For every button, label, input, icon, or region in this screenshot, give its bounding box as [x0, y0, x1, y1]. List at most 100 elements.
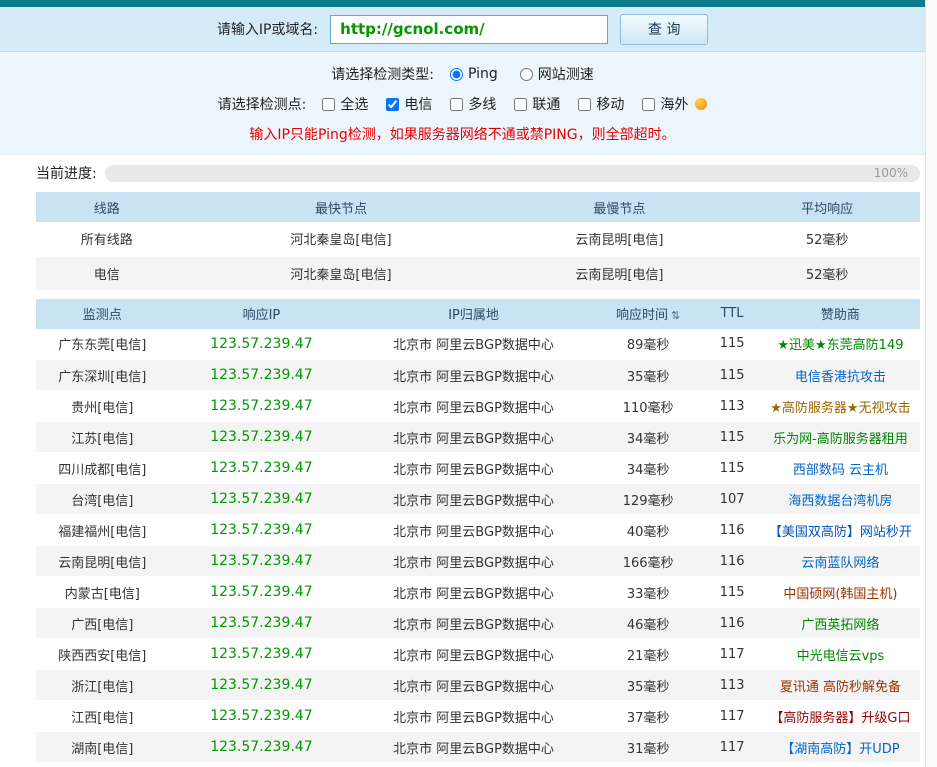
time-cell: 35毫秒	[593, 763, 704, 767]
node-cell: 福建福州[电信]	[36, 515, 169, 546]
detail-col-ttl: TTL	[703, 299, 760, 329]
sponsor-link[interactable]: 【高防服务器】升级G口	[770, 711, 910, 726]
detail-row: 江西[电信]123.57.239.47北京市 阿里云BGP数据中心37毫秒117…	[36, 701, 920, 732]
location-cell: 北京市 阿里云BGP数据中心	[354, 515, 593, 546]
ttl-cell: 117	[703, 732, 760, 763]
location-cell: 北京市 阿里云BGP数据中心	[354, 546, 593, 577]
sponsor-link[interactable]: 中光电信云vps	[797, 649, 885, 664]
detect-node-option[interactable]: 海外	[642, 94, 707, 114]
node-cell: 湖南[电信]	[36, 732, 169, 763]
ip-cell: 123.57.239.47	[169, 484, 355, 515]
query-button[interactable]: 查 询	[620, 14, 708, 45]
sponsor-link[interactable]: 【湖南高防】开UDP	[781, 742, 899, 757]
location-cell: 北京市 阿里云BGP数据中心	[354, 422, 593, 453]
checkbox-全选[interactable]	[322, 98, 335, 111]
checkbox-海外[interactable]	[642, 98, 655, 111]
summary-cell: 52毫秒	[734, 256, 920, 290]
time-cell: 35毫秒	[593, 360, 704, 391]
sponsor-cell: 电信香港抗攻击	[761, 360, 920, 391]
radio-网站测速[interactable]	[520, 68, 533, 81]
detail-row: 浙江[电信]123.57.239.47北京市 阿里云BGP数据中心35毫秒113…	[36, 670, 920, 701]
progress-label: 当前进度:	[36, 163, 97, 183]
ip-cell: 123.57.239.47	[169, 422, 355, 453]
location-cell: 北京市 阿里云BGP数据中心	[354, 329, 593, 360]
node-cell: 浙江[电信]	[36, 670, 169, 701]
detect-type-option[interactable]: Ping	[450, 64, 498, 84]
sponsor-link[interactable]: 乐为网-高防服务器租用	[773, 432, 908, 447]
scrollbar-track[interactable]	[925, 0, 937, 767]
checkbox-联通[interactable]	[514, 98, 527, 111]
ttl-cell: 107	[703, 484, 760, 515]
checkbox-label: 海外	[660, 94, 688, 114]
detect-node-row: 请选择检测点: 全选电信多线联通移动海外	[0, 91, 925, 117]
checkbox-label: 移动	[596, 94, 624, 114]
sponsor-cell: 【高防服务器】升级G口	[761, 701, 920, 732]
summary-table-body: 所有线路河北秦皇岛[电信]云南昆明[电信]52毫秒电信河北秦皇岛[电信]云南昆明…	[36, 222, 920, 290]
sponsor-cell: 云南蓝队网络	[761, 546, 920, 577]
sponsor-link[interactable]: 电信香港抗攻击	[795, 370, 886, 385]
location-cell: 北京市 阿里云BGP数据中心	[354, 608, 593, 639]
ip-cell: 123.57.239.47	[169, 639, 355, 670]
time-cell: 34毫秒	[593, 422, 704, 453]
ttl-cell: 116	[703, 515, 760, 546]
node-cell: 台湾[电信]	[36, 484, 169, 515]
detail-table-body: 广东东莞[电信]123.57.239.47北京市 阿里云BGP数据中心89毫秒1…	[36, 329, 920, 767]
sponsor-link[interactable]: 中国硕网(韩国主机)	[783, 587, 897, 602]
radio-Ping[interactable]	[450, 68, 463, 81]
checkbox-移动[interactable]	[578, 98, 591, 111]
sponsor-cell: 【湖南高防】开UDP	[761, 732, 920, 763]
detail-row: 广西[电信]123.57.239.47北京市 阿里云BGP数据中心46毫秒116…	[36, 608, 920, 639]
ttl-cell: 115	[703, 577, 760, 608]
detect-node-option[interactable]: 电信	[386, 94, 432, 114]
node-options: 全选电信多线联通 移动 海外	[322, 94, 707, 114]
sponsor-link[interactable]: 广西英拓网络	[801, 618, 879, 633]
detect-type-option[interactable]: 网站测速	[520, 64, 594, 84]
detail-row: 湖南[电信]123.57.239.47北京市 阿里云BGP数据中心31毫秒117…	[36, 732, 920, 763]
ip-cell: 123.57.239.47	[169, 515, 355, 546]
detail-table: 监测点 响应IP IP归属地 响应时间⇅ TTL 赞助商 广东东莞[电信]123…	[36, 299, 920, 767]
sponsor-link[interactable]: ★迅美★东莞高防149	[777, 338, 903, 353]
summary-row: 所有线路河北秦皇岛[电信]云南昆明[电信]52毫秒	[36, 222, 920, 256]
url-input[interactable]	[330, 15, 608, 44]
radio-label: 网站测速	[538, 64, 594, 84]
detail-col-ip: 响应IP	[169, 299, 355, 329]
sponsor-link[interactable]: ★高防服务器★无视攻击	[770, 401, 910, 416]
ip-cell: 123.57.239.47	[169, 453, 355, 484]
sponsor-link[interactable]: 西部数码 云主机	[793, 463, 888, 478]
node-cell: 贵州[电信]	[36, 391, 169, 422]
sponsor-link[interactable]: 海西数据台湾机房	[788, 494, 892, 509]
sponsor-link[interactable]: 【美国双高防】网站秒开	[769, 525, 912, 540]
ping-tool-page: 请输入IP或域名: 查 询 请选择检测类型: Ping网站测速 请选择检测点: …	[0, 0, 937, 767]
detail-col-node: 监测点	[36, 299, 169, 329]
detect-type-row: 请选择检测类型: Ping网站测速	[0, 61, 925, 87]
sponsor-cell: ★高防服务器★无视攻击	[761, 391, 920, 422]
summary-cell: 云南昆明[电信]	[505, 256, 735, 290]
detect-node-option[interactable]: 联通	[514, 94, 560, 114]
sponsor-link[interactable]: 夏讯通 高防秒解免备	[780, 680, 901, 695]
node-cell: 陕西西安[电信]	[36, 639, 169, 670]
ttl-cell: 115	[703, 422, 760, 453]
summary-col-fastest: 最快节点	[177, 192, 504, 222]
progress-bar: 100%	[105, 165, 920, 182]
checkbox-电信[interactable]	[386, 98, 399, 111]
sponsor-cell: 西部数码 云主机	[761, 453, 920, 484]
summary-cell: 河北秦皇岛[电信]	[177, 222, 504, 256]
sponsor-cell: 夏讯通 高防秒解免备	[761, 670, 920, 701]
detect-node-option[interactable]: 移动	[578, 94, 624, 114]
summary-cell: 52毫秒	[734, 222, 920, 256]
time-cell: 31毫秒	[593, 732, 704, 763]
detect-node-option[interactable]: 全选	[322, 94, 368, 114]
detect-node-option[interactable]: 多线	[450, 94, 496, 114]
ip-cell: 123.57.239.47	[169, 391, 355, 422]
sponsor-cell: 中光电信云vps	[761, 639, 920, 670]
time-cell: 89毫秒	[593, 329, 704, 360]
hot-dot-icon	[695, 98, 707, 110]
checkbox-多线[interactable]	[450, 98, 463, 111]
sponsor-link[interactable]: 云南蓝队网络	[801, 556, 879, 571]
sort-icon[interactable]: ⇅	[671, 309, 680, 322]
summary-cell: 河北秦皇岛[电信]	[177, 256, 504, 290]
sponsor-cell: 中国硕网(韩国主机)	[761, 577, 920, 608]
ip-cell: 123.57.239.47	[169, 546, 355, 577]
time-cell: 34毫秒	[593, 453, 704, 484]
detail-col-time[interactable]: 响应时间⇅	[593, 299, 704, 329]
